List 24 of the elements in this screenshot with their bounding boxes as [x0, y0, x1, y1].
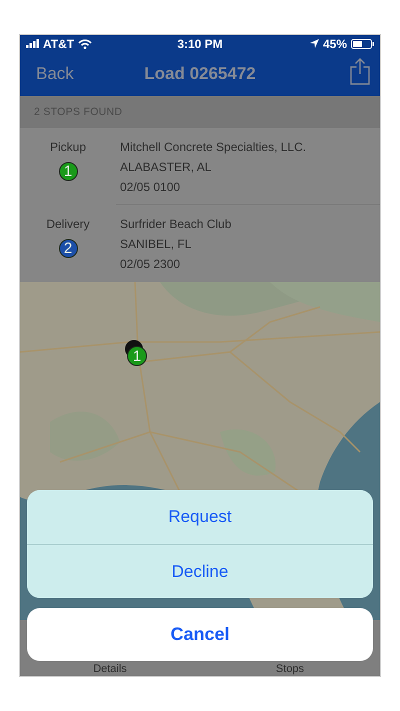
- battery-icon: [351, 38, 374, 48]
- stop-type: Delivery: [46, 217, 90, 231]
- stop-city: SANIBEL, FL: [120, 237, 192, 251]
- share-icon: [350, 58, 370, 85]
- stop-type: Pickup: [50, 140, 86, 154]
- stop-time: 02/05 0100: [120, 180, 182, 194]
- stop-city: ALABASTER, AL: [120, 160, 212, 174]
- stop-name: Mitchell Concrete Specialties, LLC.: [120, 140, 308, 154]
- back-button[interactable]: Back: [36, 64, 74, 84]
- battery-percentage: 45%: [322, 36, 348, 50]
- action-button[interactable]: Decline: [27, 544, 373, 598]
- status-time: 3:10 PM: [177, 36, 223, 50]
- stop-number-badge: 1: [58, 162, 78, 181]
- nav-title: Load 0265472: [144, 64, 256, 83]
- tab-item[interactable]: Stops: [200, 663, 380, 676]
- stop-name: Surfrider Beach Club: [120, 217, 232, 231]
- carrier-name: AT&T: [43, 36, 74, 50]
- wifi-icon: [78, 38, 92, 48]
- cancel-button[interactable]: Cancel: [27, 608, 373, 661]
- tab-item[interactable]: Details: [20, 663, 200, 676]
- location-arrow-icon: [310, 39, 319, 48]
- stop-number-badge: 2: [58, 239, 78, 258]
- signal-icon: [26, 39, 39, 48]
- stop-time: 02/05 2300: [120, 257, 182, 271]
